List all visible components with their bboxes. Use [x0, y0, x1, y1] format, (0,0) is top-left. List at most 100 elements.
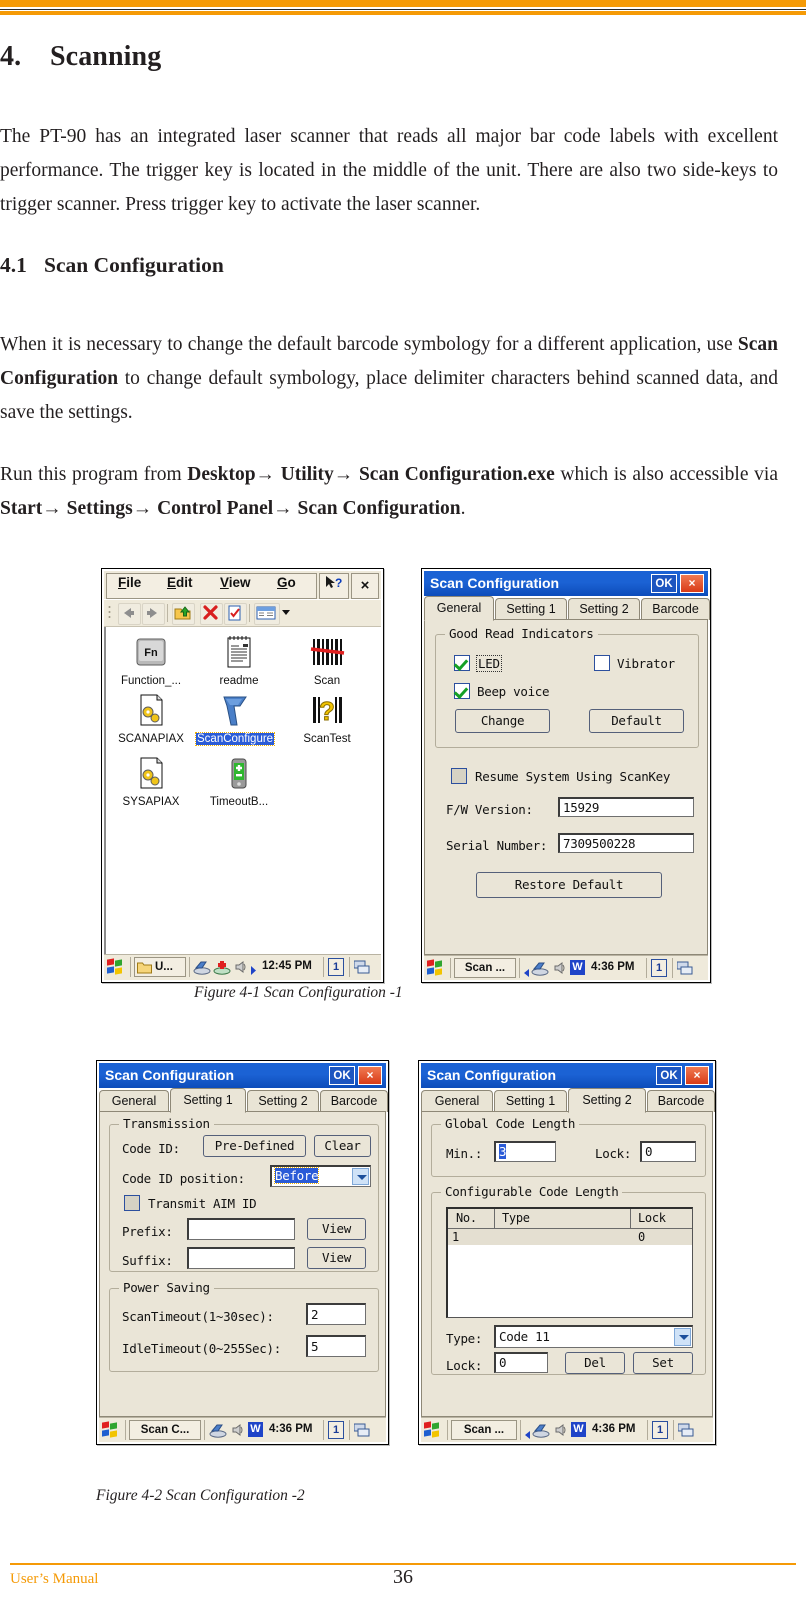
toolbar-gripper[interactable]: [108, 604, 112, 622]
view-dropdown-icon[interactable]: [280, 603, 293, 623]
speaker-icon[interactable]: [231, 1422, 244, 1442]
tab-setting2[interactable]: Setting 2: [568, 1088, 646, 1113]
resume-system-checkbox[interactable]: [451, 768, 467, 784]
tab-setting2[interactable]: Setting 2: [247, 1090, 319, 1112]
activesync-icon[interactable]: [213, 959, 231, 979]
scan-config-setting1-window[interactable]: Scan Configuration OK × General Setting …: [96, 1060, 389, 1445]
ok-button[interactable]: OK: [656, 1066, 682, 1085]
clear-button[interactable]: Clear: [314, 1135, 371, 1157]
file-item[interactable]: TimeoutB...: [196, 754, 282, 808]
windows-start-icon[interactable]: [107, 958, 126, 977]
suffix-view-button[interactable]: View: [307, 1247, 366, 1269]
network-icon[interactable]: [209, 1422, 227, 1442]
code-id-position-combo[interactable]: Before: [270, 1165, 371, 1187]
close-icon[interactable]: ×: [685, 1066, 709, 1085]
tab-setting1[interactable]: Setting 1: [170, 1088, 246, 1113]
tab-barcode[interactable]: Barcode: [647, 1090, 715, 1112]
type-combo[interactable]: Code 11: [494, 1325, 693, 1348]
tab-setting2[interactable]: Setting 2: [568, 598, 640, 620]
network-icon[interactable]: [193, 959, 211, 979]
show-desktop-icon[interactable]: [676, 961, 695, 980]
tab-barcode[interactable]: Barcode: [320, 1090, 388, 1112]
menu-file[interactable]: FFileile: [118, 575, 141, 590]
tab-general[interactable]: General: [421, 1090, 493, 1112]
dialog-setting2-taskbar[interactable]: Scan ... W 4:36 PM 1: [421, 1417, 713, 1442]
lock2-field[interactable]: 0: [494, 1352, 548, 1373]
file-item[interactable]: ? ScanTest: [284, 691, 370, 746]
set-button[interactable]: Set: [633, 1352, 693, 1374]
taskbar-num-badge[interactable]: 1: [328, 1421, 344, 1439]
del-button[interactable]: Del: [565, 1352, 625, 1374]
file-item[interactable]: SCANAPIAX: [108, 691, 194, 745]
ok-button[interactable]: OK: [651, 574, 677, 593]
speaker-icon[interactable]: [234, 959, 247, 979]
taskbar-task-button[interactable]: U...: [134, 957, 186, 977]
delete-icon[interactable]: [200, 603, 223, 625]
chevron-down-icon[interactable]: [352, 1168, 369, 1185]
fw-version-field[interactable]: 15929: [558, 797, 694, 817]
tab-setting1[interactable]: Setting 1: [494, 1090, 567, 1112]
show-desktop-icon[interactable]: [353, 960, 372, 979]
taskbar-num-badge[interactable]: 1: [651, 959, 667, 977]
taskbar-task-button[interactable]: Scan ...: [454, 958, 516, 978]
windows-start-icon[interactable]: [102, 1421, 121, 1440]
arrow-icon[interactable]: [523, 963, 530, 982]
windows-start-icon[interactable]: [424, 1421, 443, 1440]
menu-edit[interactable]: Edit: [167, 575, 193, 590]
close-icon[interactable]: ×: [680, 574, 704, 593]
ok-button[interactable]: OK: [329, 1066, 355, 1085]
vibrator-checkbox[interactable]: [594, 655, 610, 671]
file-explorer-window[interactable]: FFileile Edit View Go ? ×: [101, 568, 384, 983]
tab-setting1[interactable]: Setting 1: [495, 598, 567, 620]
file-item[interactable]: readme: [196, 633, 282, 687]
explorer-taskbar[interactable]: U... 12:45 PM 1: [104, 954, 381, 980]
restore-default-button[interactable]: Restore Default: [476, 872, 662, 898]
chevron-down-icon[interactable]: [674, 1328, 691, 1346]
taskbar-task-button[interactable]: Scan C...: [129, 1420, 201, 1440]
code-length-table[interactable]: No. Type Lock 1 0: [446, 1207, 693, 1318]
transmit-aim-checkbox[interactable]: [124, 1195, 140, 1211]
dialog-setting1-taskbar[interactable]: Scan C... W 4:36 PM 1: [99, 1417, 386, 1442]
speaker-icon[interactable]: [554, 1422, 567, 1442]
network-icon[interactable]: [532, 1422, 550, 1442]
pre-defined-button[interactable]: Pre-Defined: [203, 1135, 306, 1157]
tab-barcode[interactable]: Barcode: [641, 598, 710, 620]
tab-general[interactable]: General: [424, 596, 494, 621]
menu-view[interactable]: View: [220, 575, 251, 590]
suffix-field[interactable]: [187, 1247, 295, 1269]
dialog-general-taskbar[interactable]: Scan ... W 4:36 PM 1: [424, 955, 708, 980]
help-icon[interactable]: ?: [319, 573, 349, 599]
show-desktop-icon[interactable]: [353, 1423, 372, 1442]
close-icon[interactable]: ×: [351, 573, 379, 599]
arrow-icon[interactable]: [250, 961, 258, 980]
taskbar-task-button[interactable]: Scan ...: [451, 1420, 517, 1440]
beep-voice-checkbox[interactable]: [454, 683, 470, 699]
back-icon[interactable]: [118, 603, 141, 625]
file-item-selected[interactable]: ScanConfigure: [195, 691, 282, 746]
scan-timeout-field[interactable]: 2: [306, 1303, 366, 1325]
file-item[interactable]: Scan: [284, 633, 370, 687]
show-desktop-icon[interactable]: [677, 1423, 696, 1442]
word-badge-icon[interactable]: W: [571, 1422, 586, 1437]
file-item[interactable]: SYSAPIAX: [108, 754, 194, 808]
change-button[interactable]: Change: [455, 709, 550, 733]
windows-start-icon[interactable]: [427, 959, 446, 978]
file-item[interactable]: Fn Function_...: [108, 633, 194, 687]
scan-config-general-window[interactable]: Scan Configuration OK × General Setting …: [421, 568, 711, 983]
arrow-icon[interactable]: [524, 1425, 531, 1444]
explorer-file-area[interactable]: Fn Function_... readme Scan SCANAPIAX Sc…: [104, 627, 381, 954]
taskbar-num-badge[interactable]: 1: [328, 958, 344, 976]
taskbar-num-badge[interactable]: 1: [652, 1421, 668, 1439]
forward-icon[interactable]: [142, 603, 165, 625]
word-badge-icon[interactable]: W: [248, 1422, 263, 1437]
serial-number-field[interactable]: 7309500228: [558, 833, 694, 853]
prefix-view-button[interactable]: View: [307, 1218, 366, 1240]
up-folder-icon[interactable]: [172, 603, 195, 625]
menu-go[interactable]: Go: [277, 575, 296, 590]
close-icon[interactable]: ×: [358, 1066, 382, 1085]
tab-general[interactable]: General: [99, 1090, 169, 1112]
table-row[interactable]: 1 0: [448, 1229, 692, 1245]
word-badge-icon[interactable]: W: [570, 960, 585, 975]
speaker-icon[interactable]: [553, 960, 566, 980]
properties-icon[interactable]: [224, 603, 247, 625]
